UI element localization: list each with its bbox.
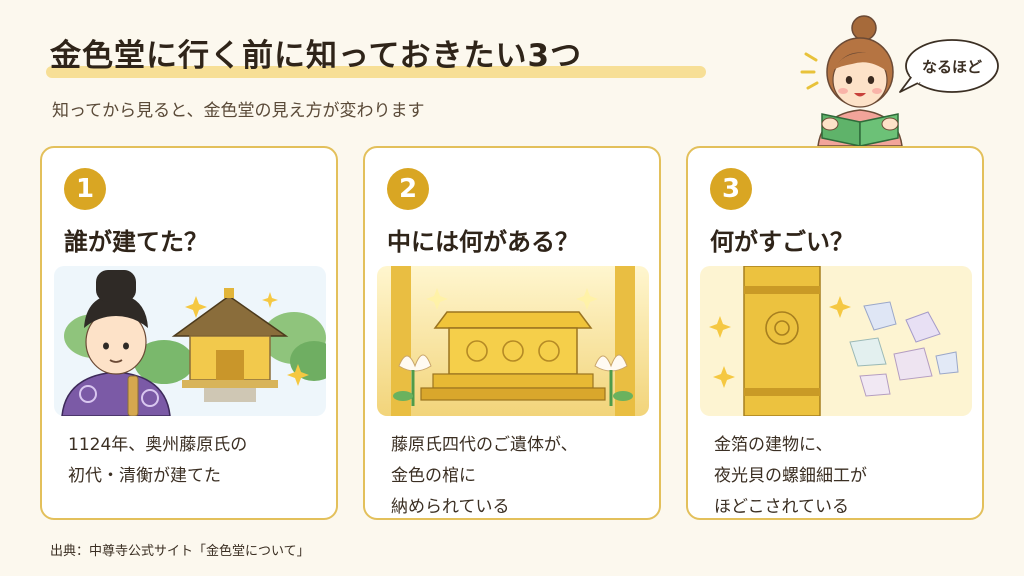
card-description-line: 初代・清衡が建てた bbox=[68, 466, 221, 486]
card-description-line: ほどこされている bbox=[714, 497, 849, 517]
card-description-line: 金箔の建物に、 bbox=[714, 435, 833, 455]
golden-coffin-illustration bbox=[377, 266, 649, 416]
golden-pillar-illustration bbox=[700, 266, 972, 416]
card-who-built: 1 誰が建てた？ 1124年、奥州藤原氏の 初代・清衡が建てた bbox=[40, 146, 338, 520]
card-number: 2 bbox=[387, 168, 429, 210]
source-citation: 出典：中尊寺公式サイト「金色堂について」 bbox=[50, 544, 310, 559]
card-title: 何がすごい？ bbox=[710, 228, 854, 256]
card-whats-inside: 2 中には何がある？ 藤原氏四代のご遺体が、 金色の棺に 納められている bbox=[363, 146, 661, 520]
card-description-line: 藤原氏四代のご遺体が、 bbox=[391, 435, 578, 455]
card-description: 金箔の建物に、 夜光貝の螺鈿細工が ほどこされている bbox=[714, 430, 867, 518]
card-description-line: 夜光貝の螺鈿細工が bbox=[714, 466, 867, 486]
card-whats-amazing: 3 何がすごい？ 金箔の建物に、 夜光貝の螺鈿細工が ほどこされている bbox=[686, 146, 984, 520]
card-description-line: 金色の棺に bbox=[391, 466, 476, 486]
page-subtitle: 知ってから見ると、金色堂の見え方が変わります bbox=[52, 101, 425, 121]
card-number: 1 bbox=[64, 168, 106, 210]
card-description-line: 納められている bbox=[391, 497, 510, 517]
card-description: 藤原氏四代のご遺体が、 金色の棺に 納められている bbox=[391, 430, 578, 518]
fujiwara-kiyohira-illustration bbox=[54, 266, 326, 416]
page-title: 金色堂に行く前に知っておきたい3つ bbox=[50, 38, 583, 74]
card-number: 3 bbox=[710, 168, 752, 210]
card-title: 誰が建てた？ bbox=[64, 228, 208, 256]
bubble-text: なるほど bbox=[922, 58, 983, 76]
card-description: 1124年、奥州藤原氏の 初代・清衡が建てた bbox=[68, 430, 247, 492]
card-description-line: 1124年、奥州藤原氏の bbox=[68, 435, 248, 455]
card-title: 中には何がある？ bbox=[387, 228, 579, 256]
